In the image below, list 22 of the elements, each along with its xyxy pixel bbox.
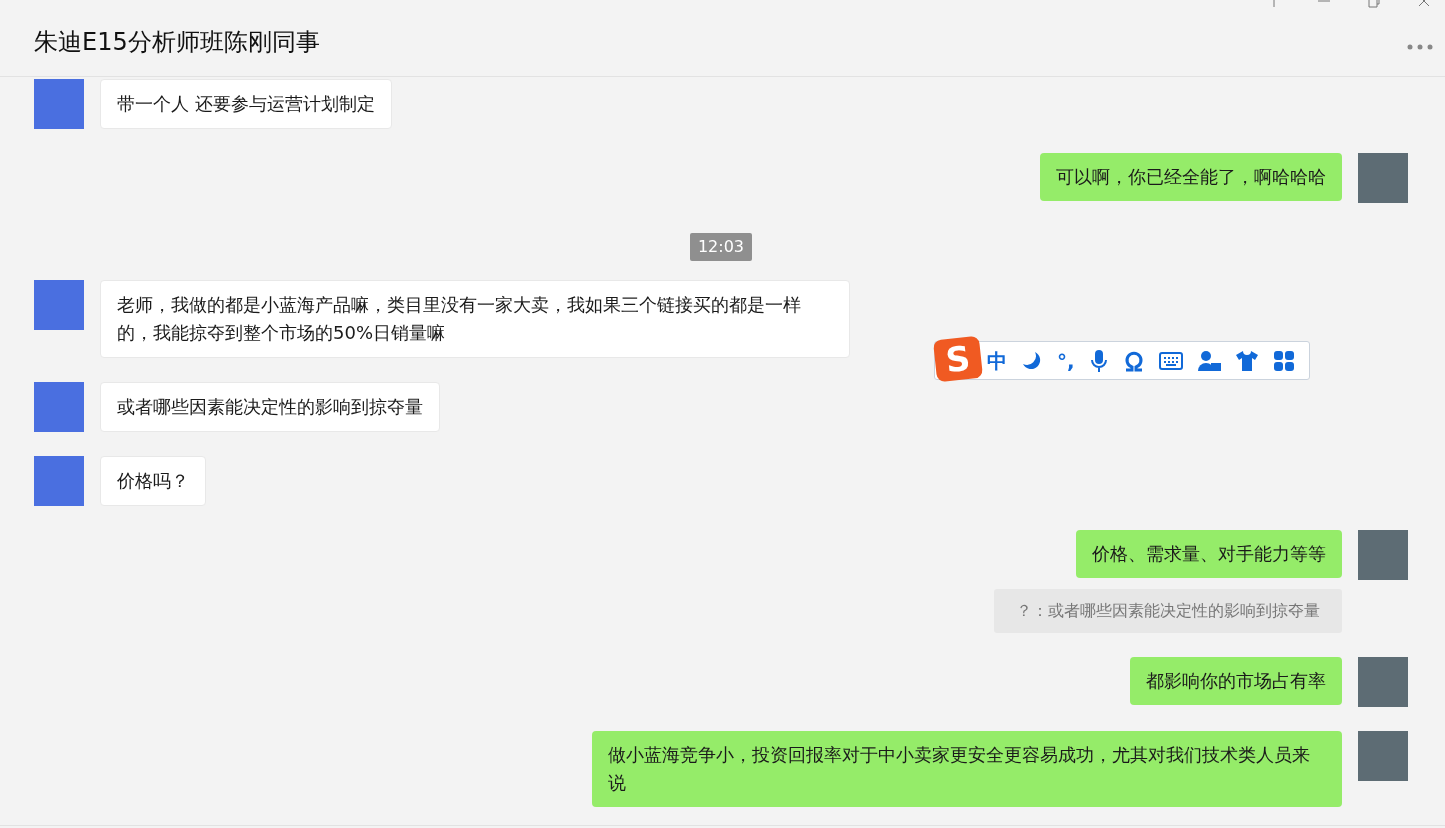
message-bubble: 老师，我做的都是小蓝海产品嘛，类目里没有一家大卖，我如果三个链接买的都是一样的，我能掠夺到整个市场的50%日销量嘛	[100, 280, 850, 358]
ime-mode-toggle[interactable]: 中	[987, 345, 1007, 376]
timestamp: 12:03	[689, 233, 753, 261]
shirt-icon[interactable]	[1234, 349, 1259, 372]
keyboard-icon[interactable]	[1158, 351, 1183, 370]
message-bubble: 都影响你的市场占有率	[1130, 657, 1342, 705]
message-bubble: 可以啊，你已经全能了，啊哈哈哈	[1040, 153, 1342, 201]
message-bubble: 价格、需求量、对手能力等等	[1076, 530, 1342, 578]
moon-icon[interactable]	[1021, 349, 1043, 372]
more-icon[interactable]	[1407, 44, 1433, 50]
punctuation-toggle[interactable]: °,	[1057, 345, 1075, 376]
grid-icon[interactable]	[1272, 349, 1295, 372]
chat-title: 朱迪E15分析师班陈刚同事	[34, 27, 320, 58]
quoted-message[interactable]: ？：或者哪些因素能决定性的影响到掠夺量	[994, 589, 1342, 633]
omega-icon[interactable]	[1122, 349, 1145, 372]
message-bubble: 带一个人 还要参与运营计划制定	[100, 79, 392, 129]
microphone-icon[interactable]	[1088, 348, 1109, 373]
ime-logo[interactable]: S	[932, 335, 984, 383]
user-icon[interactable]	[1196, 349, 1221, 372]
message-bubble: 价格吗？	[100, 456, 206, 506]
message-bubble: 或者哪些因素能决定性的影响到掠夺量	[100, 382, 440, 432]
message-bubble: 做小蓝海竞争小，投资回报率对于中小卖家更安全更容易成功，尤其对我们技术类人员来说	[592, 731, 1342, 807]
